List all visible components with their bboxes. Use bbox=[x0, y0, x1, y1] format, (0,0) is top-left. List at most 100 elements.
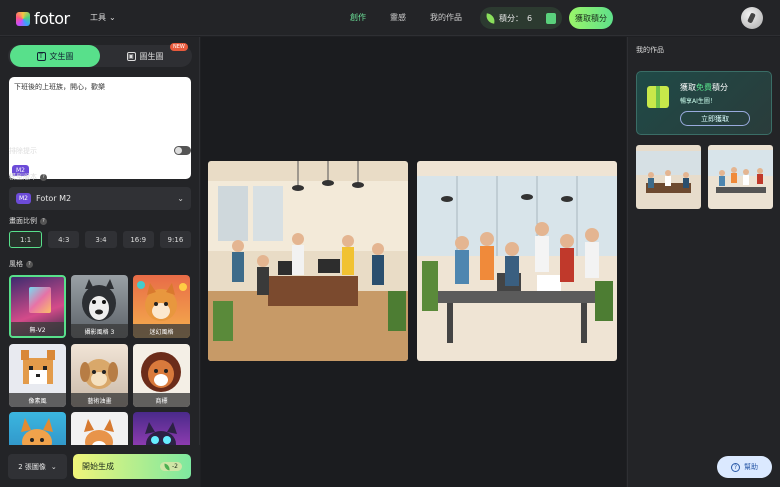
style-label: 像素風 bbox=[9, 393, 66, 407]
ratio-9-16[interactable]: 9:16 bbox=[159, 231, 192, 248]
chevron-down-icon: ⌄ bbox=[109, 13, 116, 22]
office-illustration-2 bbox=[417, 161, 617, 361]
generate-button[interactable]: 開始生成 -2 bbox=[73, 454, 191, 479]
ratio-section-header: 畫面比例 ? bbox=[9, 216, 47, 226]
question-icon: ? bbox=[731, 462, 740, 472]
text-icon: T bbox=[36, 51, 46, 61]
style-label: 攝影風格 3 bbox=[71, 324, 128, 338]
office-thumbnail-2 bbox=[708, 145, 773, 209]
my-works-title: 我的作品 bbox=[636, 46, 664, 54]
tools-label: 工具 bbox=[90, 13, 106, 22]
aspect-ratio-options: 1:1 4:3 3:4 16:9 9:16 bbox=[9, 231, 192, 248]
help-question-icon[interactable]: ? bbox=[40, 173, 47, 181]
generated-image-1[interactable] bbox=[208, 161, 408, 361]
help-question-icon[interactable]: ? bbox=[40, 217, 47, 225]
promo-title-suffix: 積分 bbox=[712, 83, 728, 92]
right-panel: 我的作品 獲取 免費 積分 暢享AI生圖！ 立即獲取 bbox=[627, 37, 780, 487]
negative-prompt-row: 排除提示 bbox=[9, 146, 191, 156]
office-illustration-1 bbox=[208, 161, 408, 361]
nav-inspiration[interactable]: 靈感 bbox=[390, 12, 406, 23]
image-count-select[interactable]: 2 張圖像 ⌄ bbox=[8, 454, 67, 479]
model-tag: M2 bbox=[16, 193, 31, 204]
generate-bar: 2 張圖像 ⌄ 開始生成 -2 bbox=[0, 445, 200, 487]
ratio-16-9[interactable]: 16:9 bbox=[122, 231, 154, 248]
model-value: Fotor M2 bbox=[36, 194, 72, 203]
help-label: 幫助 bbox=[744, 463, 758, 471]
new-badge: NEW bbox=[170, 43, 188, 51]
style-tile-9[interactable] bbox=[133, 412, 190, 445]
style-tile-pixel[interactable]: 像素風 bbox=[9, 344, 66, 407]
negative-prompt-toggle[interactable] bbox=[174, 146, 191, 155]
style-label: 藝術油畫 bbox=[71, 393, 128, 407]
help-button[interactable]: ? 幫助 bbox=[717, 456, 772, 478]
credits-label: 積分： bbox=[499, 13, 523, 23]
fotor-logo[interactable]: fotor bbox=[16, 9, 70, 28]
chevron-down-icon: ⌄ bbox=[50, 462, 57, 471]
result-canvas bbox=[201, 37, 626, 487]
image-icon: ▣ bbox=[126, 51, 136, 61]
office-thumbnail-1 bbox=[636, 145, 701, 209]
nav-my-works[interactable]: 我的作品 bbox=[430, 12, 462, 23]
main-nav: 創作 靈感 我的作品 bbox=[350, 12, 462, 23]
ratio-1-1[interactable]: 1:1 bbox=[9, 231, 43, 248]
help-question-icon[interactable]: ? bbox=[26, 260, 33, 268]
ratio-4-3[interactable]: 4:3 bbox=[48, 231, 80, 248]
top-bar: fotor 工具 ⌄ 創作 靈感 我的作品 積分： 6 獲取積分 bbox=[0, 0, 780, 36]
credits-indicator[interactable]: 積分： 6 bbox=[480, 7, 562, 29]
corgi-cartoon-image bbox=[21, 418, 53, 445]
tools-menu[interactable]: 工具 ⌄ bbox=[90, 12, 116, 23]
style-label: 無-V2 bbox=[11, 322, 64, 336]
mode-tabs: T 文生圖 ▣ 圖生圖 bbox=[8, 45, 192, 67]
user-avatar[interactable] bbox=[741, 7, 763, 29]
promo-title-highlight: 免費 bbox=[696, 83, 712, 92]
daily-checkin-icon[interactable] bbox=[546, 12, 556, 24]
ratio-3-4[interactable]: 3:4 bbox=[85, 231, 117, 248]
style-tile-logo[interactable]: 商標 bbox=[133, 344, 190, 407]
corgi-sketch-image bbox=[84, 419, 114, 445]
promo-title-prefix: 獲取 bbox=[680, 83, 696, 92]
gift-icon bbox=[647, 86, 669, 108]
style-section-label: 風格 bbox=[9, 260, 23, 268]
style-tile-psychedelic[interactable]: 迷幻風格 bbox=[133, 275, 190, 338]
style-section-header: 風格 ? bbox=[9, 259, 33, 269]
generated-image-2[interactable] bbox=[417, 161, 617, 361]
negative-prompt-label: 排除提示 bbox=[9, 147, 37, 155]
promo-subtitle: 暢享AI生圖！ bbox=[680, 98, 716, 105]
work-thumbnail-2[interactable] bbox=[708, 145, 773, 209]
model-section-label: 模型版本 bbox=[9, 173, 37, 181]
leaf-icon bbox=[485, 12, 496, 24]
left-panel: T 文生圖 ▣ 圖生圖 NEW 下班後的上班族，開心，歡樂 M2 排除提示 模型… bbox=[0, 37, 200, 487]
work-thumbnail-1[interactable] bbox=[636, 145, 701, 209]
generate-cost: -2 bbox=[172, 463, 178, 470]
style-label: 商標 bbox=[133, 393, 190, 407]
prompt-input[interactable]: 下班後的上班族，開心，歡樂 M2 bbox=[9, 77, 191, 179]
style-grid: 無-V2 攝影風格 3 迷幻風格 像素風 藝術油畫 商標 bbox=[9, 275, 191, 445]
style-tile-8[interactable] bbox=[71, 412, 128, 445]
chevron-down-icon: ⌄ bbox=[177, 194, 184, 203]
claim-now-button[interactable]: 立即獲取 bbox=[680, 111, 750, 126]
ratio-section-label: 畫面比例 bbox=[9, 217, 37, 225]
style-label: 迷幻風格 bbox=[133, 324, 190, 338]
generate-cost-badge: -2 bbox=[160, 462, 182, 471]
generate-label: 開始生成 bbox=[82, 462, 114, 471]
prism-cube-icon bbox=[29, 287, 51, 313]
image-count-label: 2 張圖像 bbox=[18, 462, 46, 471]
style-tile-none-v2[interactable]: 無-V2 bbox=[9, 275, 66, 338]
model-version-select[interactable]: M2 Fotor M2 ⌄ bbox=[9, 187, 191, 210]
tab-text-to-image[interactable]: T 文生圖 bbox=[10, 45, 100, 67]
tab-label: 圖生圖 bbox=[139, 51, 164, 61]
fotor-logo-mark-icon bbox=[16, 11, 30, 26]
get-credits-button[interactable]: 獲取積分 bbox=[569, 7, 613, 29]
credits-value: 6 bbox=[527, 13, 533, 23]
model-section-header: 模型版本 ? bbox=[9, 172, 47, 182]
nav-create[interactable]: 創作 bbox=[350, 12, 366, 23]
style-tile-7[interactable] bbox=[9, 412, 66, 445]
prompt-text: 下班後的上班族，開心，歡樂 bbox=[14, 83, 105, 91]
tab-label: 文生圖 bbox=[49, 51, 74, 61]
style-tile-oil-painting[interactable]: 藝術油畫 bbox=[71, 344, 128, 407]
bulldog-neon-image bbox=[145, 422, 177, 445]
leaf-icon bbox=[163, 463, 171, 470]
logo-text: fotor bbox=[34, 9, 70, 28]
free-credits-promo: 獲取 免費 積分 暢享AI生圖！ 立即獲取 bbox=[636, 71, 772, 135]
style-tile-photo-3[interactable]: 攝影風格 3 bbox=[71, 275, 128, 338]
